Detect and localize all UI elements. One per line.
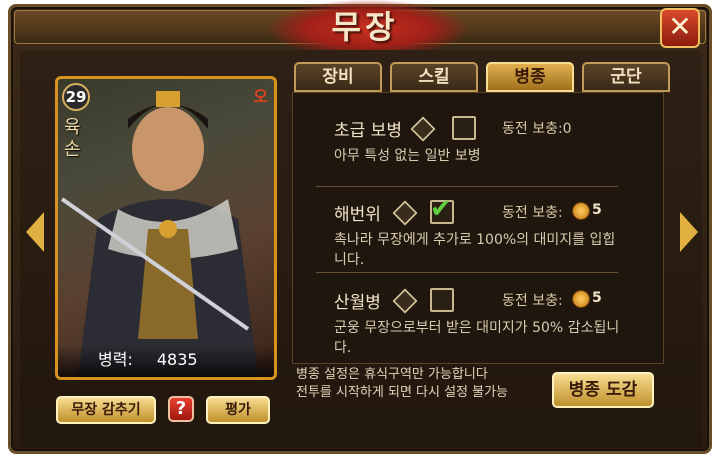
coin-icon — [572, 202, 590, 220]
troop-type-icon — [410, 116, 436, 142]
coin-cost-value: 5 — [592, 290, 602, 306]
power-value: 4835 — [156, 350, 198, 369]
power-label: 병력: — [98, 350, 133, 369]
prev-hero-arrow-icon[interactable] — [26, 212, 44, 252]
troop-description: 아무 특성 없는 일반 보병 — [334, 148, 481, 164]
coin-icon — [572, 290, 590, 308]
tab-legion[interactable]: 군단 — [582, 62, 670, 92]
troop-item: 해번위 ✔ 동전 보충: 5 촉나라 무장에게 추가로 100%의 대미지를 입… — [316, 194, 620, 270]
hide-hero-button[interactable]: 무장 감추기 — [56, 396, 156, 424]
hero-level-badge: 29 — [62, 83, 90, 111]
divider — [316, 186, 618, 187]
coin-cost-label: 동전 보충: — [502, 205, 563, 221]
troop-item: 산월병 동전 보충: 5 군웅 무장으로부터 받은 대미지가 50% 감소됩니다… — [316, 288, 620, 358]
troop-checkbox[interactable]: ✔ — [430, 194, 454, 224]
window-title: 무장 — [331, 8, 399, 46]
close-button[interactable]: ✕ — [660, 8, 700, 48]
hero-portrait: 29 오 육손 병력: 4835 — [55, 76, 277, 380]
tab-skill[interactable]: 스킬 — [390, 62, 478, 92]
hero-name: 육손 — [64, 117, 81, 160]
troop-checkbox[interactable] — [430, 288, 454, 312]
troop-description: 촉나라 무장에게 추가로 100%의 대미지를 입힙니다. — [334, 232, 616, 268]
troop-name: 초급 보병 — [334, 121, 402, 141]
divider — [316, 272, 618, 273]
x-close-icon: ✕ — [668, 10, 692, 43]
next-hero-arrow-icon[interactable] — [680, 212, 698, 252]
troop-name: 해번위 — [334, 205, 381, 225]
hero-faction: 오 — [253, 87, 268, 106]
troop-checkbox[interactable] — [452, 116, 476, 140]
troop-setting-note: 병종 설정은 휴식구역만 가능합니다 — [296, 367, 488, 382]
coin-cost-label: 동전 보충:0 — [502, 121, 572, 137]
tab-troop-type[interactable]: 병종 — [486, 62, 574, 92]
troop-description: 군웅 무장으로부터 받은 대미지가 50% 감소됩니다. — [334, 320, 620, 356]
checkmark-icon: ✔ — [430, 194, 452, 224]
help-button[interactable]: ? — [168, 396, 194, 422]
troop-setting-note: 전투를 시작하게 되면 다시 설정 불가능 — [296, 385, 509, 400]
rate-button[interactable]: 평가 — [206, 396, 270, 424]
troop-guide-button[interactable]: 병종 도감 — [552, 372, 654, 408]
troop-type-icon — [392, 288, 418, 314]
coin-cost-value: 5 — [592, 202, 602, 218]
hero-artwork — [60, 91, 258, 377]
coin-cost-label: 동전 보충: — [502, 293, 563, 309]
troop-type-icon — [392, 200, 418, 226]
troop-item: 초급 보병 동전 보충:0 아무 특성 없는 일반 보병 — [316, 116, 620, 176]
troop-name: 산월병 — [334, 293, 381, 313]
tab-bar: 장비 스킬 병종 군단 — [294, 62, 672, 92]
tab-equipment[interactable]: 장비 — [294, 62, 382, 92]
hero-power: 병력: 4835 — [58, 345, 274, 377]
